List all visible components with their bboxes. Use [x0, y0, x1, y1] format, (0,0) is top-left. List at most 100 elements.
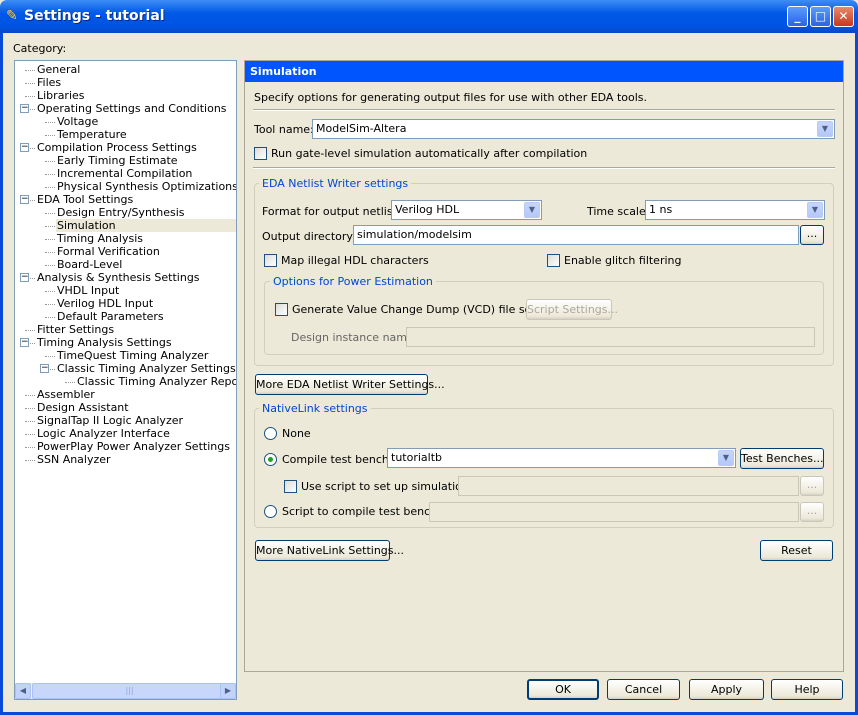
- format-value: Verilog HDL: [395, 203, 460, 216]
- tree-item-label: Analysis & Synthesis Settings: [37, 271, 200, 284]
- tree-item[interactable]: Formal Verification: [56, 245, 236, 258]
- tree-connector: [65, 382, 75, 383]
- tree-item-label: PowerPlay Power Analyzer Settings: [37, 440, 230, 453]
- script-settings-button[interactable]: Script Settings...: [526, 299, 618, 320]
- tree-item[interactable]: Default Parameters: [56, 310, 236, 323]
- settings-panel: Simulation Specify options for generatin…: [244, 60, 844, 672]
- tree-item[interactable]: Physical Synthesis Optimizations: [56, 180, 237, 193]
- tree-item-label: Classic Timing Analyzer Reporting: [77, 375, 237, 388]
- tree-item[interactable]: Classic Timing Analyzer Reporting: [76, 375, 237, 388]
- tree-item[interactable]: TimeQuest Timing Analyzer: [56, 349, 236, 362]
- tree-item[interactable]: Files: [36, 76, 236, 89]
- tree-item[interactable]: Compilation Process Settings: [36, 141, 236, 154]
- instance-input[interactable]: [406, 327, 815, 347]
- collapse-icon[interactable]: −: [20, 143, 29, 152]
- use-script-label: Use script to set up simulation:: [301, 480, 473, 493]
- collapse-icon[interactable]: −: [20, 104, 29, 113]
- tree-item[interactable]: Timing Analysis: [56, 232, 236, 245]
- collapse-icon[interactable]: −: [20, 273, 29, 282]
- tree-item[interactable]: Libraries: [36, 89, 236, 102]
- tree-connector: [45, 122, 55, 123]
- collapse-icon[interactable]: −: [20, 195, 29, 204]
- scroll-right-icon[interactable]: ▶: [220, 683, 236, 699]
- tree-item-label: Default Parameters: [57, 310, 164, 323]
- none-radio[interactable]: [264, 427, 277, 440]
- help-button[interactable]: Help: [771, 679, 843, 700]
- more-nativelink-settings-button[interactable]: More NativeLink Settings...: [255, 540, 404, 561]
- chevron-down-icon: ▼: [718, 450, 734, 466]
- tree-item-label: TimeQuest Timing Analyzer: [57, 349, 209, 362]
- more-netlist-settings-button[interactable]: More EDA Netlist Writer Settings...: [255, 374, 445, 395]
- maximize-button[interactable]: □: [810, 6, 831, 27]
- tree-item-label: EDA Tool Settings: [37, 193, 134, 206]
- tree-item[interactable]: PowerPlay Power Analyzer Settings: [36, 440, 236, 453]
- tree-connector: [25, 421, 35, 422]
- nativelink-group-title: NativeLink settings: [259, 402, 371, 415]
- tree-item[interactable]: Voltage: [56, 115, 236, 128]
- tree-item-label: Compilation Process Settings: [37, 141, 197, 154]
- collapse-icon[interactable]: −: [20, 338, 29, 347]
- run-gate-level-checkbox[interactable]: [254, 147, 267, 160]
- tree-item[interactable]: Classic Timing Analyzer Settings: [56, 362, 236, 375]
- reset-button[interactable]: Reset: [760, 540, 833, 561]
- tree-item[interactable]: SignalTap II Logic Analyzer: [36, 414, 236, 427]
- use-script-browse-button[interactable]: ...: [800, 476, 824, 496]
- tree-item[interactable]: Operating Settings and Conditions: [36, 102, 236, 115]
- map-illegal-checkbox[interactable]: [264, 254, 277, 267]
- tree-item[interactable]: Temperature: [56, 128, 236, 141]
- tree-item[interactable]: Assembler: [36, 388, 236, 401]
- test-benches-button[interactable]: Test Benches...: [740, 448, 824, 469]
- tree-item[interactable]: Design Assistant: [36, 401, 236, 414]
- tree-item[interactable]: EDA Tool Settings: [36, 193, 236, 206]
- script-compile-input[interactable]: [429, 502, 799, 522]
- use-script-input[interactable]: [458, 476, 799, 496]
- scroll-left-icon[interactable]: ◀: [15, 683, 31, 699]
- format-select[interactable]: Verilog HDL ▼: [391, 200, 542, 220]
- category-tree[interactable]: General Files Libraries Operating Settings …: [14, 60, 237, 700]
- scroll-thumb[interactable]: |||: [32, 683, 227, 699]
- ok-button[interactable]: OK: [527, 679, 599, 700]
- script-compile-browse-button[interactable]: ...: [800, 502, 824, 522]
- tree-item[interactable]: Design Entry/Synthesis: [56, 206, 236, 219]
- tree-item[interactable]: Logic Analyzer Interface: [36, 427, 236, 440]
- use-script-checkbox[interactable]: [284, 480, 297, 493]
- vcd-checkbox[interactable]: [275, 303, 288, 316]
- minimize-button[interactable]: _: [787, 6, 808, 27]
- outdir-label: Output directory:: [262, 230, 356, 243]
- tree-connector: [25, 70, 35, 71]
- tree-item-label: Early Timing Estimate: [57, 154, 178, 167]
- tree-item[interactable]: Incremental Compilation: [56, 167, 236, 180]
- tool-name-select[interactable]: ModelSim-Altera ▼: [312, 119, 835, 139]
- tree-connector: [45, 252, 55, 253]
- script-compile-radio[interactable]: [264, 505, 277, 518]
- tree-connector: [25, 408, 35, 409]
- tree-item[interactable]: Early Timing Estimate: [56, 154, 236, 167]
- compile-tb-radio[interactable]: [264, 453, 277, 466]
- outdir-input[interactable]: simulation/modelsim: [353, 225, 799, 245]
- cancel-button[interactable]: Cancel: [607, 679, 680, 700]
- tree-connector: [45, 161, 55, 162]
- tree-item[interactable]: General: [36, 63, 236, 76]
- tree-item-label: Physical Synthesis Optimizations: [57, 180, 237, 193]
- tree-item[interactable]: SSN Analyzer: [36, 453, 236, 466]
- tree-horizontal-scrollbar[interactable]: ◀ ||| ▶: [15, 683, 236, 699]
- test-bench-select[interactable]: tutorialtb ▼: [387, 448, 736, 468]
- tree-item-label: Simulation: [57, 219, 116, 232]
- glitch-checkbox[interactable]: [547, 254, 560, 267]
- tree-item[interactable]: Fitter Settings: [36, 323, 236, 336]
- tree-connector: [45, 317, 55, 318]
- tree-item[interactable]: Timing Analysis Settings: [36, 336, 236, 349]
- tree-item[interactable]: Analysis & Synthesis Settings: [36, 271, 236, 284]
- collapse-icon[interactable]: −: [40, 364, 49, 373]
- outdir-browse-button[interactable]: ...: [800, 225, 824, 245]
- tree-item[interactable]: Verilog HDL Input: [56, 297, 236, 310]
- tree-item[interactable]: Simulation: [56, 219, 236, 232]
- tree-item[interactable]: Board-Level: [56, 258, 236, 271]
- timescale-value: 1 ns: [649, 203, 673, 216]
- tree-item[interactable]: VHDL Input: [56, 284, 236, 297]
- tree-item-label: Board-Level: [57, 258, 123, 271]
- tree-item-label: General: [37, 63, 81, 76]
- close-button[interactable]: ✕: [833, 6, 854, 27]
- timescale-select[interactable]: 1 ns ▼: [645, 200, 825, 220]
- apply-button[interactable]: Apply: [689, 679, 764, 700]
